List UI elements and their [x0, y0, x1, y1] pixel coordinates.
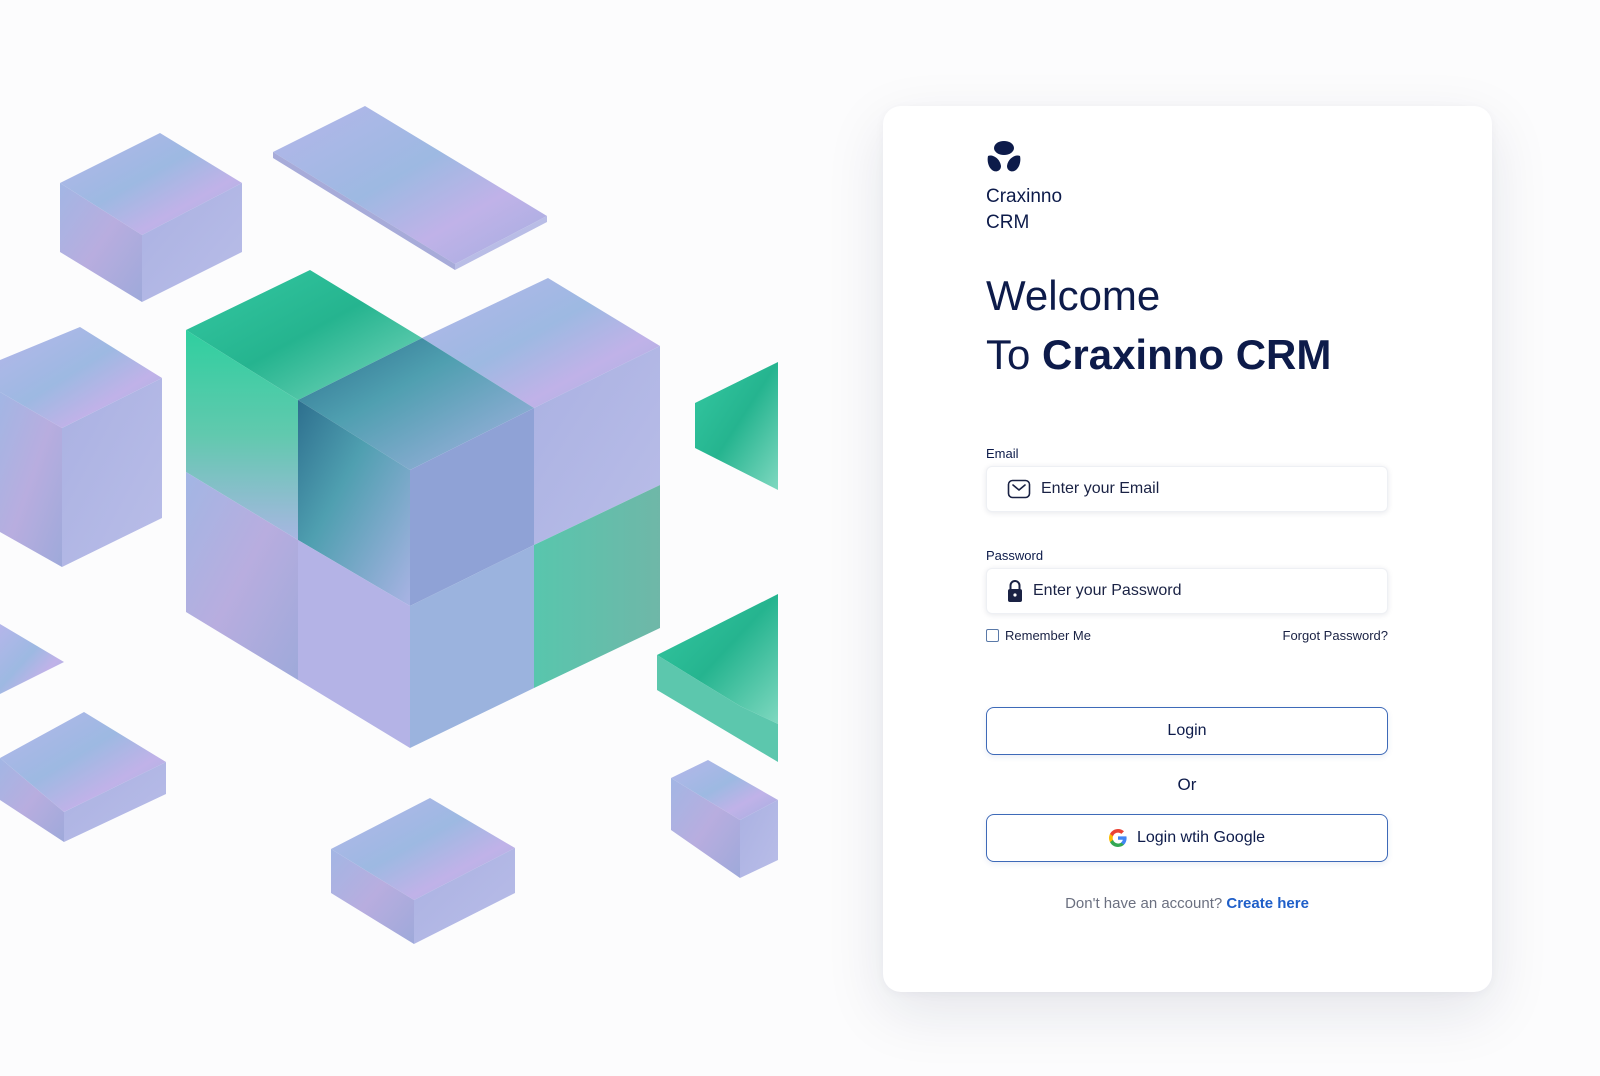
- create-account-link[interactable]: Create here: [1226, 895, 1309, 912]
- remember-me-label: Remember Me: [1005, 628, 1091, 643]
- brand-name: Craxinno CRM: [986, 186, 1063, 233]
- password-label: Password: [986, 548, 1044, 563]
- login-options: Remember Me Forgot Password?: [986, 628, 1388, 643]
- login-card: Craxinno CRM Welcome To Craxinno CRM Ema…: [883, 106, 1492, 992]
- lock-icon: [1007, 579, 1023, 603]
- google-button-label: Login wtih Google: [1136, 829, 1266, 846]
- email-label: Email: [986, 446, 1019, 461]
- password-group: Password: [986, 548, 1388, 614]
- or-divider: Or: [1177, 775, 1197, 794]
- mail-icon: [1007, 477, 1031, 501]
- signup-text: Don't have an account?: [1065, 895, 1223, 912]
- google-login-button[interactable]: Login wtih Google: [986, 814, 1388, 862]
- email-input[interactable]: [1041, 480, 1361, 498]
- password-input[interactable]: [1033, 582, 1353, 600]
- login-button[interactable]: Login: [986, 707, 1388, 755]
- forgot-password-link[interactable]: Forgot Password?: [1283, 628, 1389, 643]
- craxinno-logo-icon: [987, 141, 1021, 172]
- login-form: Craxinno CRM Welcome To Craxinno CRM Ema…: [986, 140, 1388, 912]
- email-field-wrapper[interactable]: [986, 466, 1388, 512]
- welcome-line2-brand: Craxinno CRM: [1042, 331, 1332, 378]
- welcome-line2-prefix: To: [986, 331, 1043, 378]
- page-title: Welcome To Craxinno CRM: [986, 266, 1388, 384]
- password-field-wrapper[interactable]: [986, 568, 1388, 614]
- login-button-label: Login: [1167, 722, 1207, 739]
- isometric-cubes-graphic: [0, 106, 778, 944]
- welcome-line1: Welcome: [986, 272, 1161, 319]
- hero-illustration: [0, 0, 796, 1076]
- google-icon: [1108, 829, 1127, 847]
- checkbox-box[interactable]: [986, 629, 999, 642]
- email-group: Email: [986, 446, 1388, 512]
- signup-prompt: Don't have an account? Create here: [986, 895, 1388, 912]
- remember-me-checkbox[interactable]: Remember Me: [986, 628, 1091, 643]
